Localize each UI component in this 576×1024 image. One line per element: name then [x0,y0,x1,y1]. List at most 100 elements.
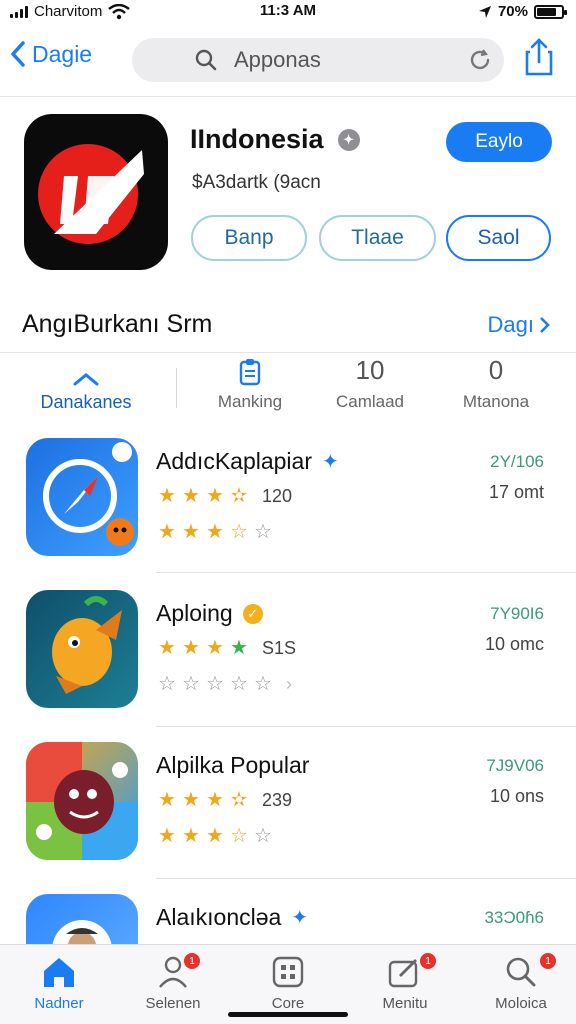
status-bar: Charvitom 11:3 AM 70% [0,0,576,24]
edit-icon: 1 [350,953,460,989]
tabbar-label: Nadner [34,995,84,1012]
list-item[interactable]: Alpilka Popular ★ ★ ★ ✫ 239 ★ ★ ★ ☆ ☆ 7J… [0,742,576,894]
tabbar-item-core[interactable]: Core [233,955,343,1012]
tabbar-item-selenen[interactable]: 1 Selenen [118,953,228,1012]
star-icon: ★ [158,825,176,847]
tabbar-label: Selenen [145,995,201,1012]
tab-camlaad[interactable]: 10 Camlaad [300,355,440,418]
star-icon: ★ [182,637,200,659]
tab-danakanes[interactable]: Danakanes [16,356,156,418]
caret-up-icon [16,356,156,386]
app-meta-top: 7Y90I6 [490,604,544,623]
featured-app-subtitle: $A3dartk (9acn [192,172,321,193]
star-icon: ★ [206,789,224,811]
pill-button-1[interactable]: Banp [191,215,307,261]
star-outline-icon: ☆ [182,673,200,695]
row-divider [156,726,576,727]
rating-stars-secondary: ★ ★ ★ ☆ ☆ [156,522,274,542]
avatar-icon [52,920,112,944]
count-icon: 0 [488,355,504,385]
count-icon: 10 [355,355,385,385]
app-meta-top: 2Y/106 [490,452,544,471]
blue-star-icon: ✦ [322,451,339,473]
app-name: Alaıkıoncləa [156,904,282,930]
pill-button-2[interactable]: Tlaae [319,215,436,261]
app-name: Aploing [156,600,233,626]
star-icon: ★ [182,825,200,847]
section-divider [0,352,576,353]
rating-stars-secondary: ☆ ☆ ☆ ☆ ☆ › [156,674,292,694]
share-icon[interactable] [524,38,554,76]
chevron-right-icon: › [286,674,292,694]
rating-stars: ★ ★ ★ ✫ 120 [156,486,292,506]
tabbar-item-moloica[interactable]: 1 Moloica [466,953,576,1012]
star-icon: ★ [206,825,224,847]
home-indicator[interactable] [228,1012,348,1017]
search-icon [195,49,217,71]
search-icon: 1 [466,953,576,989]
star-outline-icon: ☆ [254,825,272,847]
list-item[interactable]: Aploing ✓ ★ ★ ★ ★ S1S ☆ ☆ ☆ ☆ ☆ › 7Y90I6… [0,590,576,742]
featured-app-title: IIndonesia ✦ [190,124,360,155]
list-item[interactable]: Alaıkıoncləa ✦ 33Ɔ0ɦ6 [0,894,576,944]
tabbar-label: Moloica [495,995,547,1012]
notification-badge: 1 [540,953,556,969]
app-name: AddıcKaplapiar [156,448,312,474]
chevron-right-icon [540,317,550,333]
app-name-row: Alpilka Popular [156,752,309,779]
tab-label: Mtanona [462,392,530,411]
notification-badge: 1 [184,953,200,969]
chevron-left-icon [11,41,25,67]
app-meta-bottom: 10 omc [484,634,544,654]
star-outline-icon: ☆ [254,673,272,695]
refresh-icon[interactable] [468,48,492,72]
star-icon: ★ [206,485,224,507]
rating-stars: ★ ★ ★ ✫ 239 [156,790,292,810]
pill-button-3[interactable]: Saol [446,215,551,261]
star-icon: ★ [182,789,200,811]
star-outline-icon: ☆ [230,825,248,847]
tabbar-label: Menitu [382,995,428,1012]
person-icon: 1 [118,953,228,989]
tab-mtanona[interactable]: 0 Mtanona [426,355,566,418]
app-meta-bottom: 17 omt [488,482,544,502]
search-query: Apponas [234,47,321,72]
nav-bar: Dagie Apponas [0,30,576,90]
location-arrow-icon [478,5,491,18]
tabbar-item-home[interactable]: Nadner [4,955,114,1012]
featured-app-icon[interactable] [24,114,168,270]
star-icon: ★ [158,637,176,659]
section-title: AngıBurkanı Srm [22,310,213,338]
list-item[interactable]: AddıcKaplapiar ✦ ★ ★ ★ ✫ 120 ★ ★ ★ ☆ ☆ 2… [0,438,576,590]
app-name-row: Aploing ✓ [156,600,263,627]
app-meta-top: 7J9V06 [486,756,544,775]
tab-label: Camlaad [335,392,405,411]
star-icon: ★ [158,789,176,811]
see-all-label: Dagı [487,312,534,337]
monster-mascot-icon [26,742,138,860]
tabbar-item-menitu[interactable]: 1 Menitu [350,953,460,1012]
verified-badge-icon: ✦ [337,128,360,151]
star-icon: ★ [230,637,248,659]
app-icon [26,438,138,556]
back-label: Dagie [32,40,93,67]
home-icon [4,955,114,989]
bird-mascot-icon [52,596,122,694]
tab-label: Danakanes [40,392,132,412]
tab-label: Manking [217,392,283,411]
tabbar-label: Core [271,995,305,1012]
star-icon: ★ [158,485,176,507]
notification-badge: 1 [420,953,436,969]
app-logo-icon [38,144,144,244]
nav-divider [0,96,576,97]
rating-count: 239 [262,790,293,810]
battery-icon [534,4,567,19]
get-button[interactable]: Eaylo [446,122,552,162]
gold-badge-icon: ✓ [242,603,263,624]
see-all-link[interactable]: Dagı [488,312,550,338]
star-icon: ★ [158,521,176,543]
search-input[interactable]: Apponas [132,38,504,82]
back-button[interactable]: Dagie [10,40,92,68]
tab-manking[interactable]: Manking [180,356,320,418]
rating-count: 120 [262,486,293,506]
